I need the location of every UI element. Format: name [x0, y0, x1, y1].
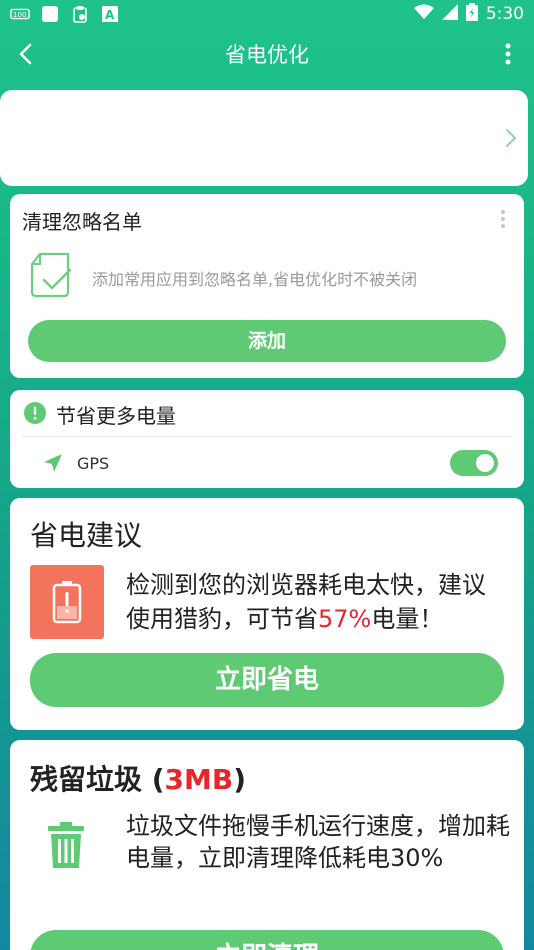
status-bar: 100 A 5:30 — [0, 0, 534, 28]
junk-size: 3MB — [164, 763, 234, 796]
clipboard-icon — [70, 5, 90, 23]
save-power-now-button[interactable]: 立即省电 — [30, 653, 504, 707]
clock-time: 5:30 — [485, 4, 524, 24]
more-vert-icon — [505, 43, 511, 65]
chevron-right-icon — [506, 129, 517, 147]
app-bar: 省电优化 — [0, 28, 534, 80]
banner-card[interactable] — [0, 90, 528, 186]
suggestion-title: 省电建议 — [30, 519, 143, 552]
ignore-list-menu-button[interactable] — [498, 208, 508, 230]
save-more-card: 节省更多电量 GPS — [10, 390, 524, 488]
battery-warning-tile — [30, 565, 104, 639]
add-button[interactable]: 添加 — [28, 320, 506, 362]
gps-toggle[interactable] — [450, 450, 498, 476]
navigation-arrow-icon — [44, 454, 62, 472]
font-icon: A — [100, 5, 120, 23]
battery-icon — [465, 3, 478, 25]
data-saver-icon: 100 — [10, 5, 30, 23]
wifi-icon — [413, 4, 434, 24]
suggestion-card: 省电建议 检测到您的浏览器耗电太快，建议使用猎豹，可节省57%电量！ 立即省电 — [10, 498, 524, 730]
save-more-title: 节省更多电量 — [56, 404, 176, 428]
square-icon — [40, 5, 60, 23]
junk-card: 残留垃圾 (3MB) 垃圾文件拖慢手机运行速度，增加耗电量，立即清理降低耗电30… — [10, 740, 524, 950]
back-button[interactable] — [0, 28, 52, 80]
svg-text:100: 100 — [13, 10, 27, 19]
overflow-menu-button[interactable] — [490, 28, 526, 80]
junk-description: 垃圾文件拖慢手机运行速度，增加耗电量，立即清理降低耗电30% — [126, 812, 510, 872]
battery-warning-icon — [52, 581, 82, 624]
page-title: 省电优化 — [225, 43, 309, 67]
arrow-left-icon — [19, 43, 32, 65]
alert-circle-icon — [24, 402, 46, 424]
clean-now-button[interactable]: 立即清理 — [30, 930, 504, 950]
ignore-list-description: 添加常用应用到忽略名单,省电优化时不被关闭 — [92, 270, 418, 289]
trash-icon — [48, 822, 84, 868]
toggle-knob — [476, 454, 494, 472]
svg-text:A: A — [105, 8, 115, 22]
ignore-list-card: 清理忽略名单 添加常用应用到忽略名单,省电优化时不被关闭 添加 — [10, 194, 524, 378]
ignore-list-title: 清理忽略名单 — [22, 210, 142, 234]
savings-percent: 57% — [318, 605, 372, 633]
gps-label: GPS — [77, 454, 110, 473]
divider — [22, 436, 512, 437]
suggestion-text: 检测到您的浏览器耗电太快，建议使用猎豹，可节省57%电量！ — [126, 571, 486, 633]
document-check-icon — [30, 252, 72, 298]
junk-title: 残留垃圾 (3MB) — [30, 763, 247, 796]
signal-icon — [441, 4, 458, 24]
